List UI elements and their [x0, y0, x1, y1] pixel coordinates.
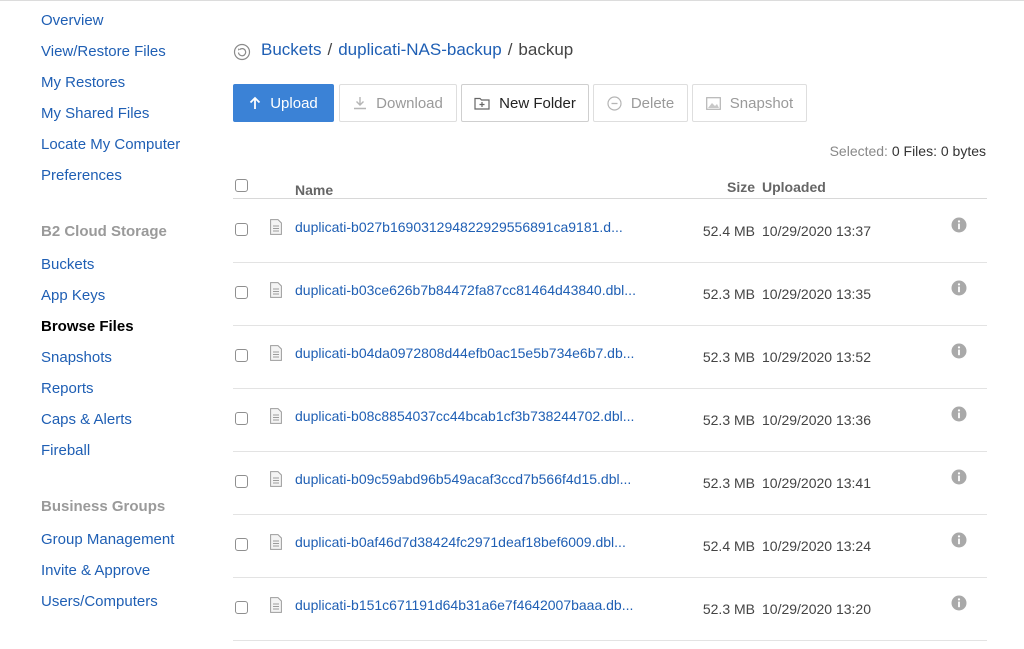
sidebar-item-preferences[interactable]: Preferences	[41, 167, 122, 185]
file-icon	[270, 219, 282, 235]
file-icon	[270, 408, 282, 424]
file-size: 52.3 MB	[702, 286, 755, 302]
main-content: Buckets / duplicati-NAS-backup / backup …	[233, 0, 988, 649]
sidebar-item-view-restore-files[interactable]: View/Restore Files	[41, 43, 166, 61]
sidebar-item-overview[interactable]: Overview	[41, 12, 104, 30]
file-size: 52.3 MB	[702, 412, 755, 428]
folder-plus-icon	[474, 97, 490, 110]
image-icon	[705, 96, 721, 110]
file-name-link[interactable]: duplicati-b04da0972808d44efb0ac15e5b734e…	[295, 345, 663, 361]
row-checkbox[interactable]	[235, 223, 248, 236]
selection-summary: Selected: 0 Files: 0 bytes	[830, 143, 986, 159]
row-checkbox[interactable]	[235, 412, 248, 425]
column-header-uploaded[interactable]: Uploaded	[762, 179, 826, 195]
upload-label: Upload	[270, 94, 318, 112]
info-icon[interactable]	[951, 343, 967, 359]
table-row[interactable]: duplicati-b151c671191d64b31a6e7f4642007b…	[233, 577, 987, 641]
file-size: 52.4 MB	[702, 538, 755, 554]
file-uploaded-date: 10/29/2020 13:35	[762, 286, 871, 302]
sidebar-heading-b2-cloud-storage: B2 Cloud Storage	[41, 223, 167, 240]
arrow-up-icon	[250, 96, 261, 109]
sidebar-item-caps-alerts[interactable]: Caps & Alerts	[41, 411, 132, 429]
row-checkbox[interactable]	[235, 601, 248, 614]
delete-button[interactable]: Delete	[593, 84, 688, 122]
info-icon[interactable]	[951, 280, 967, 296]
sidebar-item-browse-files[interactable]: Browse Files	[41, 318, 134, 336]
breadcrumb-bucket[interactable]: duplicati-NAS-backup	[338, 40, 501, 60]
table-row[interactable]: duplicati-b09c59abd96b549acaf3ccd7b566f4…	[233, 451, 987, 515]
file-size: 52.4 MB	[702, 223, 755, 239]
new-folder-label: New Folder	[499, 94, 576, 112]
file-uploaded-date: 10/29/2020 13:20	[762, 601, 871, 617]
breadcrumb-buckets[interactable]: Buckets	[261, 40, 321, 60]
file-uploaded-date: 10/29/2020 13:52	[762, 349, 871, 365]
table-row[interactable]: duplicati-b04da0972808d44efb0ac15e5b734e…	[233, 325, 987, 389]
file-name-link[interactable]: duplicati-b027b169031294822929556891ca91…	[295, 219, 663, 235]
upload-button[interactable]: Upload	[233, 84, 334, 122]
sidebar-item-invite-approve[interactable]: Invite & Approve	[41, 562, 150, 580]
download-label: Download	[376, 94, 443, 112]
breadcrumb-separator: /	[327, 40, 333, 59]
sidebar-item-my-shared-files[interactable]: My Shared Files	[41, 105, 149, 123]
select-all-checkbox[interactable]	[235, 179, 248, 192]
file-icon	[270, 534, 282, 550]
file-icon	[270, 471, 282, 487]
sidebar-item-locate-my-computer[interactable]: Locate My Computer	[41, 136, 180, 154]
file-icon	[270, 597, 282, 613]
new-folder-button[interactable]: New Folder	[461, 84, 589, 122]
sidebar-item-users-computers[interactable]: Users/Computers	[41, 593, 158, 611]
file-size: 52.3 MB	[702, 475, 755, 491]
row-checkbox[interactable]	[235, 286, 248, 299]
info-icon[interactable]	[951, 217, 967, 233]
breadcrumb: Buckets / duplicati-NAS-backup / backup	[233, 38, 573, 62]
info-icon[interactable]	[951, 595, 967, 611]
column-header-name[interactable]: Name	[295, 182, 333, 198]
file-name-link[interactable]: duplicati-b03ce626b7b84472fa87cc81464d43…	[295, 282, 663, 298]
file-name-link[interactable]: duplicati-b0af46d7d38424fc2971deaf18bef6…	[295, 534, 663, 550]
sidebar-item-buckets[interactable]: Buckets	[41, 256, 94, 274]
sidebar-item-group-management[interactable]: Group Management	[41, 531, 174, 549]
row-checkbox[interactable]	[235, 475, 248, 488]
file-size: 52.3 MB	[702, 349, 755, 365]
file-uploaded-date: 10/29/2020 13:37	[762, 223, 871, 239]
selection-label: Selected:	[829, 143, 888, 159]
file-name-link[interactable]: duplicati-b08c8854037cc44bcab1cf3b738244…	[295, 408, 663, 424]
file-icon	[270, 282, 282, 298]
table-row[interactable]: duplicati-b03ce626b7b84472fa87cc81464d43…	[233, 262, 987, 326]
selection-value: 0 Files: 0 bytes	[891, 143, 986, 159]
download-button[interactable]: Download	[339, 84, 457, 122]
table-row[interactable]: duplicati-b0af46d7d38424fc2971deaf18bef6…	[233, 514, 987, 578]
file-icon	[270, 345, 282, 361]
sidebar-item-app-keys[interactable]: App Keys	[41, 287, 105, 305]
snapshot-button[interactable]: Snapshot	[692, 84, 807, 122]
table-row[interactable]: duplicati-b027b169031294822929556891ca91…	[233, 199, 987, 263]
snapshot-label: Snapshot	[729, 94, 794, 112]
delete-label: Delete	[630, 94, 675, 112]
column-header-size[interactable]: Size	[727, 179, 755, 195]
file-size: 52.3 MB	[702, 601, 755, 617]
breadcrumb-separator: /	[507, 40, 513, 59]
sidebar: Overview View/Restore Files My Restores …	[0, 0, 215, 649]
table-row[interactable]: duplicati-b08c8854037cc44bcab1cf3b738244…	[233, 388, 987, 452]
sidebar-heading-business-groups: Business Groups	[41, 498, 166, 515]
info-icon[interactable]	[951, 469, 967, 485]
minus-circle-icon	[607, 95, 622, 111]
file-uploaded-date: 10/29/2020 13:41	[762, 475, 871, 491]
info-icon[interactable]	[951, 406, 967, 422]
info-icon[interactable]	[951, 532, 967, 548]
file-uploaded-date: 10/29/2020 13:24	[762, 538, 871, 554]
download-icon	[354, 97, 367, 110]
sidebar-item-my-restores[interactable]: My Restores	[41, 74, 125, 92]
file-name-link[interactable]: duplicati-b09c59abd96b549acaf3ccd7b566f4…	[295, 471, 663, 487]
file-name-link[interactable]: duplicati-b151c671191d64b31a6e7f4642007b…	[295, 597, 663, 613]
sidebar-item-reports[interactable]: Reports	[41, 380, 94, 398]
file-uploaded-date: 10/29/2020 13:36	[762, 412, 871, 428]
table-header: Name Size Uploaded	[233, 170, 987, 199]
row-checkbox[interactable]	[235, 349, 248, 362]
row-checkbox[interactable]	[235, 538, 248, 551]
refresh-icon[interactable]	[233, 43, 251, 61]
sidebar-item-snapshots[interactable]: Snapshots	[41, 349, 112, 367]
breadcrumb-current: backup	[518, 40, 574, 59]
sidebar-item-fireball[interactable]: Fireball	[41, 442, 90, 460]
